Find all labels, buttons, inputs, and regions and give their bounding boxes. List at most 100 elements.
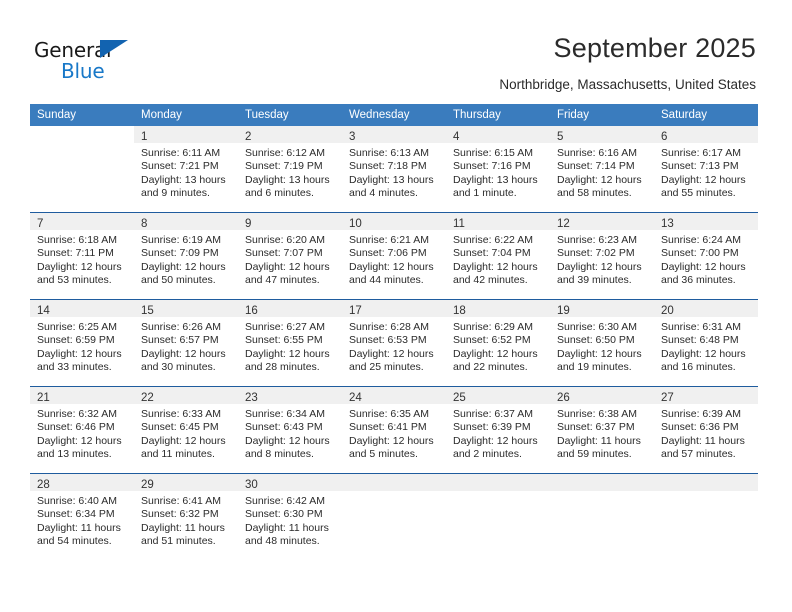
day-number: 26 [557,392,570,404]
calendar-day-cell[interactable]: 8 Sunrise: 6:19 AM Sunset: 7:09 PM Daylight… [134,213,238,300]
day-number: 5 [557,131,564,143]
day-details: Sunrise: 6:33 AM Sunset: 6:45 PM Daylight:… [134,404,238,461]
calendar-day-cell[interactable]: 9 Sunrise: 6:20 AM Sunset: 7:07 PM Daylight… [238,213,342,300]
calendar-day-cell[interactable]: 10 Sunrise: 6:21 AM Sunset: 7:06 PM Dayligh… [342,213,446,300]
day-cell-content: 16 Sunrise: 6:27 AM Sunset: 6:55 PM Dayligh… [238,300,342,386]
day-detail-line: and 25 minutes. [349,360,424,373]
day-detail-line: Sunset: 7:04 PM [453,247,531,260]
day-detail-line: Sunset: 6:59 PM [37,334,115,347]
day-detail-line: Sunset: 6:36 PM [661,421,739,434]
day-number: 29 [141,479,154,491]
day-detail-line: and 28 minutes. [245,360,320,373]
day-number: 11 [453,218,465,230]
day-detail-line: Sunset: 7:16 PM [453,160,531,173]
calendar-day-cell[interactable]: 19 Sunrise: 6:30 AM Sunset: 6:50 PM Dayligh… [550,300,654,387]
day-detail-line: Sunset: 6:50 PM [557,334,635,347]
calendar-day-cell[interactable]: 28 Sunrise: 6:40 AM Sunset: 6:34 PM Dayligh… [30,474,134,560]
day-detail-line: Sunrise: 6:40 AM [37,495,117,507]
day-details [342,491,446,495]
day-detail-line: and 57 minutes. [661,447,736,460]
day-number-band: 23 [238,387,342,404]
calendar-day-cell[interactable]: 15 Sunrise: 6:26 AM Sunset: 6:57 PM Dayligh… [134,300,238,387]
calendar-day-cell[interactable]: 5 Sunrise: 6:16 AM Sunset: 7:14 PM Daylight… [550,126,654,213]
day-detail-line: Daylight: 11 hours [141,521,225,534]
day-detail-line: Sunrise: 6:39 AM [661,408,741,420]
calendar-day-cell[interactable] [342,474,446,560]
calendar-day-cell[interactable]: 7 Sunrise: 6:18 AM Sunset: 7:11 PM Daylight… [30,213,134,300]
day-detail-line: Sunrise: 6:32 AM [37,408,117,420]
calendar-day-cell[interactable]: 26 Sunrise: 6:38 AM Sunset: 6:37 PM Dayligh… [550,387,654,474]
day-details: Sunrise: 6:31 AM Sunset: 6:48 PM Daylight:… [654,317,758,374]
calendar-day-cell[interactable] [446,474,550,560]
day-number-band: 12 [550,213,654,230]
calendar-day-cell[interactable]: 17 Sunrise: 6:28 AM Sunset: 6:53 PM Dayligh… [342,300,446,387]
day-details: Sunrise: 6:20 AM Sunset: 7:07 PM Daylight:… [238,230,342,287]
calendar-day-cell[interactable]: 27 Sunrise: 6:39 AM Sunset: 6:36 PM Dayligh… [654,387,758,474]
day-detail-line: Sunrise: 6:38 AM [557,408,637,420]
day-details [446,491,550,495]
day-detail-line: Sunset: 7:06 PM [349,247,427,260]
day-detail-line: and 2 minutes. [453,447,522,460]
calendar-day-cell[interactable]: 1 Sunrise: 6:11 AM Sunset: 7:21 PM Daylight… [134,126,238,213]
day-detail-line: Daylight: 13 hours [141,173,226,186]
calendar-day-cell[interactable]: 21 Sunrise: 6:32 AM Sunset: 6:46 PM Dayligh… [30,387,134,474]
calendar-day-cell[interactable] [30,126,134,213]
weekday-header-sunday: Sunday [30,104,134,126]
day-detail-line: Sunset: 6:37 PM [557,421,635,434]
day-detail-line: Daylight: 12 hours [453,260,538,273]
day-detail-line: and 59 minutes. [557,447,632,460]
day-details [30,143,134,147]
day-detail-line: Sunrise: 6:35 AM [349,408,429,420]
weekday-header-saturday: Saturday [654,104,758,126]
day-number: 15 [141,305,154,317]
day-number-band: 27 [654,387,758,404]
calendar-day-cell[interactable]: 4 Sunrise: 6:15 AM Sunset: 7:16 PM Daylight… [446,126,550,213]
day-details: Sunrise: 6:41 AM Sunset: 6:32 PM Daylight:… [134,491,238,548]
day-cell-content: 3 Sunrise: 6:13 AM Sunset: 7:18 PM Daylight… [342,126,446,212]
calendar-day-cell[interactable]: 16 Sunrise: 6:27 AM Sunset: 6:55 PM Dayligh… [238,300,342,387]
calendar-day-cell[interactable]: 20 Sunrise: 6:31 AM Sunset: 6:48 PM Dayligh… [654,300,758,387]
day-detail-line: Sunrise: 6:11 AM [141,147,221,159]
day-number-band: 9 [238,213,342,230]
day-detail-line: and 9 minutes. [141,186,210,199]
day-details: Sunrise: 6:25 AM Sunset: 6:59 PM Daylight:… [30,317,134,374]
calendar-day-cell[interactable]: 23 Sunrise: 6:34 AM Sunset: 6:43 PM Dayligh… [238,387,342,474]
calendar-day-cell[interactable] [550,474,654,560]
day-detail-line: Sunset: 6:43 PM [245,421,323,434]
day-number: 4 [453,131,460,143]
day-cell-content: 1 Sunrise: 6:11 AM Sunset: 7:21 PM Daylight… [134,126,238,212]
calendar-day-cell[interactable]: 22 Sunrise: 6:33 AM Sunset: 6:45 PM Dayligh… [134,387,238,474]
day-details: Sunrise: 6:30 AM Sunset: 6:50 PM Daylight:… [550,317,654,374]
calendar-day-cell[interactable]: 13 Sunrise: 6:24 AM Sunset: 7:00 PM Dayligh… [654,213,758,300]
day-details: Sunrise: 6:34 AM Sunset: 6:43 PM Daylight:… [238,404,342,461]
day-number: 23 [245,392,258,404]
day-cell-content: 29 Sunrise: 6:41 AM Sunset: 6:32 PM Dayligh… [134,474,238,560]
weekday-header-friday: Friday [550,104,654,126]
calendar-day-cell[interactable]: 14 Sunrise: 6:25 AM Sunset: 6:59 PM Dayligh… [30,300,134,387]
weekday-header-tuesday: Tuesday [238,104,342,126]
calendar-day-cell[interactable]: 11 Sunrise: 6:22 AM Sunset: 7:04 PM Dayligh… [446,213,550,300]
day-number: 7 [37,218,44,230]
calendar-day-cell[interactable]: 18 Sunrise: 6:29 AM Sunset: 6:52 PM Dayligh… [446,300,550,387]
calendar-day-cell[interactable]: 3 Sunrise: 6:13 AM Sunset: 7:18 PM Daylight… [342,126,446,213]
calendar-day-cell[interactable]: 30 Sunrise: 6:42 AM Sunset: 6:30 PM Dayligh… [238,474,342,560]
calendar-day-cell[interactable]: 2 Sunrise: 6:12 AM Sunset: 7:19 PM Daylight… [238,126,342,213]
calendar-day-cell[interactable]: 24 Sunrise: 6:35 AM Sunset: 6:41 PM Dayligh… [342,387,446,474]
day-detail-line: Sunrise: 6:19 AM [141,234,221,246]
logo-triangle-icon [100,40,128,58]
calendar-day-cell[interactable]: 29 Sunrise: 6:41 AM Sunset: 6:32 PM Dayligh… [134,474,238,560]
calendar-day-cell[interactable]: 6 Sunrise: 6:17 AM Sunset: 7:13 PM Daylight… [654,126,758,213]
calendar-day-cell[interactable] [654,474,758,560]
day-number-band: 5 [550,126,654,143]
day-details: Sunrise: 6:37 AM Sunset: 6:39 PM Daylight:… [446,404,550,461]
day-detail-line: and 5 minutes. [349,447,418,460]
day-detail-line: Sunrise: 6:20 AM [245,234,325,246]
day-cell-content: 8 Sunrise: 6:19 AM Sunset: 7:09 PM Daylight… [134,213,238,299]
day-number-band: 24 [342,387,446,404]
day-number-band [30,126,134,143]
day-number: 9 [245,218,252,230]
calendar-day-cell[interactable]: 12 Sunrise: 6:23 AM Sunset: 7:02 PM Dayligh… [550,213,654,300]
day-number-band: 22 [134,387,238,404]
day-number: 20 [661,305,674,317]
calendar-day-cell[interactable]: 25 Sunrise: 6:37 AM Sunset: 6:39 PM Dayligh… [446,387,550,474]
